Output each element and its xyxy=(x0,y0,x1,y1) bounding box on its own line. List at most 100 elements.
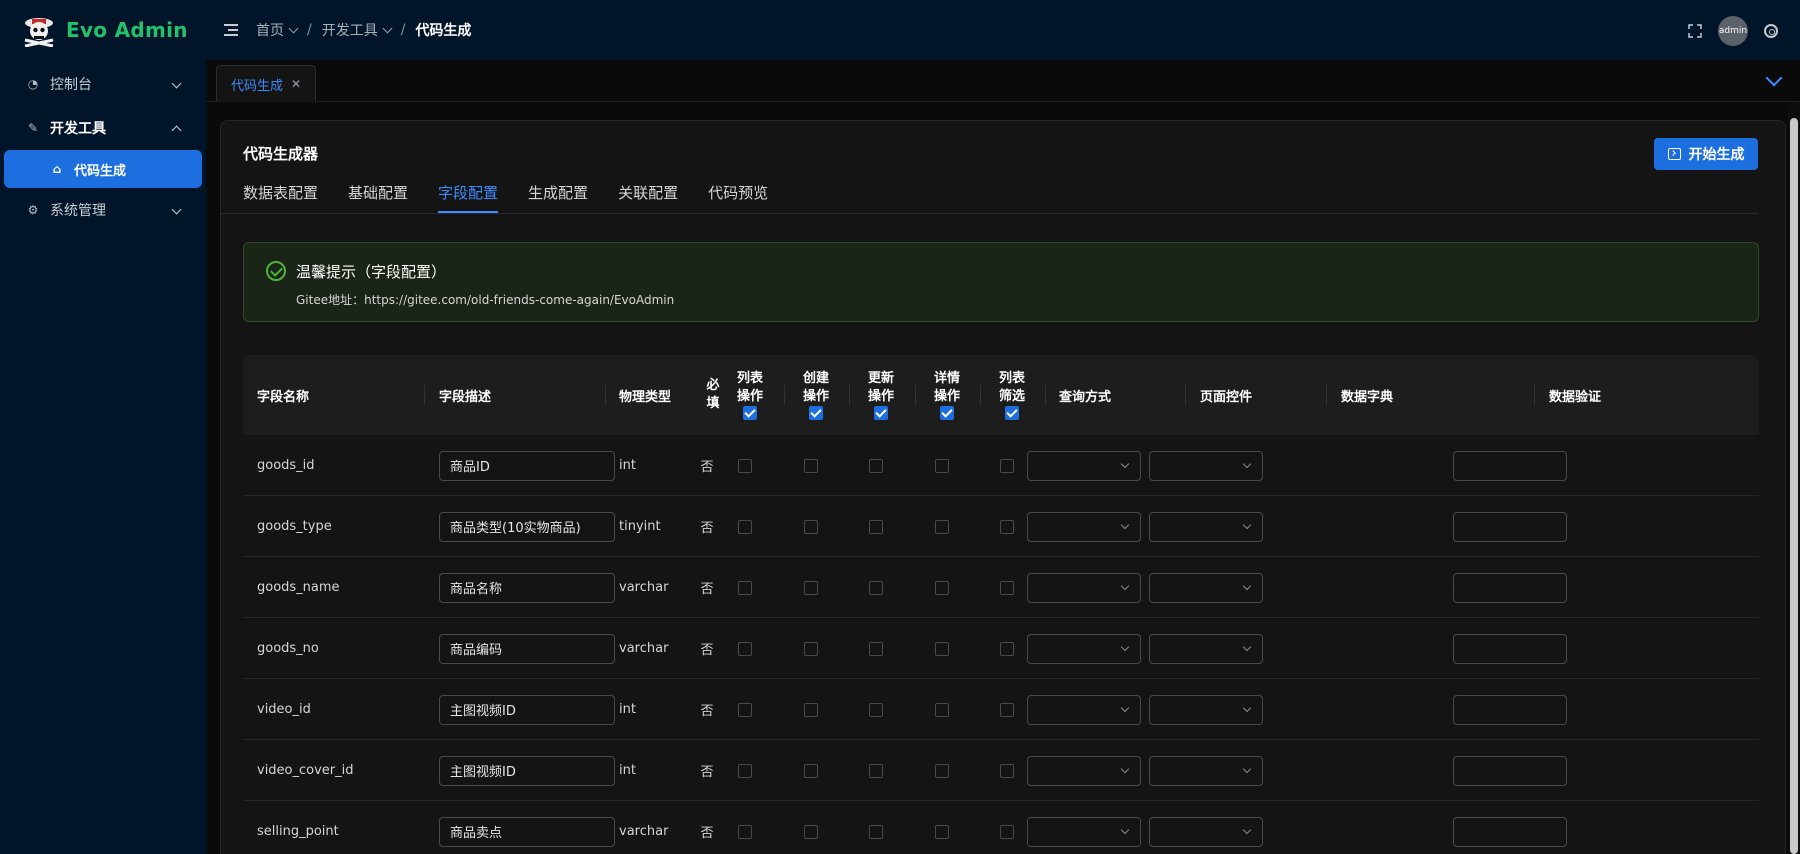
field-required-cell: 否 xyxy=(700,704,714,719)
tab-basic-config[interactable]: 基础配置 xyxy=(348,171,408,213)
validation-input[interactable] xyxy=(1453,572,1567,603)
checkbox-detail-op[interactable] xyxy=(935,824,949,839)
query-type-select[interactable] xyxy=(1027,511,1141,542)
query-type-select[interactable] xyxy=(1027,633,1141,664)
checkbox-list-op[interactable] xyxy=(738,458,752,473)
validation-input[interactable] xyxy=(1453,755,1567,786)
checkbox-list-filter[interactable] xyxy=(1000,580,1014,595)
tab-relation-config[interactable]: 关联配置 xyxy=(618,171,678,213)
checkbox-create-op[interactable] xyxy=(804,458,818,473)
checkbox-create-op[interactable] xyxy=(804,702,818,717)
chevron-down-icon xyxy=(1242,703,1252,712)
checkbox-update-op[interactable] xyxy=(869,763,883,778)
logo[interactable]: Evo Admin xyxy=(0,0,206,60)
field-desc-input[interactable]: 商品卖点 xyxy=(439,816,615,847)
checkbox-update-op[interactable] xyxy=(869,641,883,656)
field-name-cell: goods_id xyxy=(257,458,315,473)
chevron-down-icon xyxy=(1242,459,1252,468)
field-desc-input[interactable]: 商品类型(10实物商品) xyxy=(439,511,615,542)
settings-gear-icon[interactable] xyxy=(1764,24,1778,38)
field-required-cell: 否 xyxy=(700,826,714,841)
checkbox-create-op[interactable] xyxy=(804,824,818,839)
validation-input[interactable] xyxy=(1453,816,1567,847)
page-control-select[interactable] xyxy=(1149,450,1263,481)
checkbox-detail-op[interactable] xyxy=(935,519,949,534)
chevron-down-icon xyxy=(1120,581,1130,590)
checkbox-list-op[interactable] xyxy=(738,641,752,656)
breadcrumb-item-devtools[interactable]: 开发工具 xyxy=(322,20,393,40)
checkbox-list-op[interactable] xyxy=(738,702,752,717)
fullscreen-icon[interactable] xyxy=(1688,24,1702,38)
checkbox-list-filter[interactable] xyxy=(1000,641,1014,656)
checkbox-detail-op[interactable] xyxy=(935,458,949,473)
checkbox-update-op[interactable] xyxy=(869,824,883,839)
page-control-select[interactable] xyxy=(1149,694,1263,725)
checkbox-list-filter[interactable] xyxy=(1000,458,1014,473)
tab-generate-config[interactable]: 生成配置 xyxy=(528,171,588,213)
checkbox-all-update-op[interactable] xyxy=(874,406,888,420)
query-type-select[interactable] xyxy=(1027,755,1141,786)
query-type-select[interactable] xyxy=(1027,694,1141,725)
menu-collapse-icon[interactable] xyxy=(224,24,238,36)
breadcrumb-item-home[interactable]: 首页 xyxy=(256,20,299,40)
checkbox-detail-op[interactable] xyxy=(935,580,949,595)
tab-field-config[interactable]: 字段配置 xyxy=(438,171,499,213)
checkbox-create-op[interactable] xyxy=(804,580,818,595)
checkbox-detail-op[interactable] xyxy=(935,641,949,656)
checkbox-all-create-op[interactable] xyxy=(809,406,823,420)
field-name-cell: video_id xyxy=(257,702,311,717)
checkbox-list-filter[interactable] xyxy=(1000,702,1014,717)
checkbox-list-filter[interactable] xyxy=(1000,824,1014,839)
checkbox-list-op[interactable] xyxy=(738,763,752,778)
query-type-select[interactable] xyxy=(1027,816,1141,847)
checkbox-all-detail-op[interactable] xyxy=(940,406,954,420)
checkbox-list-filter[interactable] xyxy=(1000,763,1014,778)
sidebar-item-system[interactable]: ⚙ 系统管理 xyxy=(0,188,206,232)
validation-input[interactable] xyxy=(1453,511,1567,542)
checkbox-list-op[interactable] xyxy=(738,580,752,595)
sidebar-item-devtools[interactable]: ✎ 开发工具 xyxy=(0,106,206,150)
field-desc-input[interactable]: 商品ID xyxy=(439,450,615,481)
checkbox-list-op[interactable] xyxy=(738,824,752,839)
query-type-select[interactable] xyxy=(1027,572,1141,603)
field-required-cell: 否 xyxy=(700,582,714,597)
field-desc-input[interactable]: 主图视频ID xyxy=(439,755,615,786)
tab-table-config[interactable]: 数据表配置 xyxy=(243,171,318,213)
validation-input[interactable] xyxy=(1453,450,1567,481)
checkbox-create-op[interactable] xyxy=(804,641,818,656)
checkbox-update-op[interactable] xyxy=(869,519,883,534)
checkbox-detail-op[interactable] xyxy=(935,702,949,717)
close-icon[interactable]: ✕ xyxy=(291,77,301,91)
chevron-down-icon xyxy=(1242,520,1252,529)
validation-input[interactable] xyxy=(1453,694,1567,725)
page-control-select[interactable] xyxy=(1149,755,1263,786)
field-desc-input[interactable]: 主图视频ID xyxy=(439,694,615,725)
field-desc-input[interactable]: 商品编码 xyxy=(439,633,615,664)
sidebar-item-dashboard[interactable]: ◔ 控制台 xyxy=(0,62,206,106)
start-generate-button[interactable]: 开始生成 xyxy=(1654,138,1758,170)
sidebar-item-codegen[interactable]: ⌂ 代码生成 xyxy=(4,150,202,188)
tab-code-preview[interactable]: 代码预览 xyxy=(708,171,768,213)
checkbox-all-list-filter[interactable] xyxy=(1005,406,1019,420)
page-control-select[interactable] xyxy=(1149,511,1263,542)
tabs-dropdown-icon[interactable] xyxy=(1765,69,1783,87)
checkbox-list-op[interactable] xyxy=(738,519,752,534)
page-tab-codegen[interactable]: 代码生成 ✕ xyxy=(216,65,316,102)
validation-input[interactable] xyxy=(1453,633,1567,664)
scrollbar-thumb[interactable] xyxy=(1790,118,1798,854)
checkbox-detail-op[interactable] xyxy=(935,763,949,778)
checkbox-create-op[interactable] xyxy=(804,763,818,778)
checkbox-update-op[interactable] xyxy=(869,458,883,473)
checkbox-create-op[interactable] xyxy=(804,519,818,534)
field-desc-input[interactable]: 商品名称 xyxy=(439,572,615,603)
page-control-select[interactable] xyxy=(1149,633,1263,664)
chevron-down-icon xyxy=(1120,825,1130,834)
page-control-select[interactable] xyxy=(1149,572,1263,603)
query-type-select[interactable] xyxy=(1027,450,1141,481)
checkbox-update-op[interactable] xyxy=(869,580,883,595)
avatar[interactable]: admin xyxy=(1718,16,1748,46)
checkbox-list-filter[interactable] xyxy=(1000,519,1014,534)
checkbox-all-list-op[interactable] xyxy=(743,406,757,420)
page-control-select[interactable] xyxy=(1149,816,1263,847)
checkbox-update-op[interactable] xyxy=(869,702,883,717)
